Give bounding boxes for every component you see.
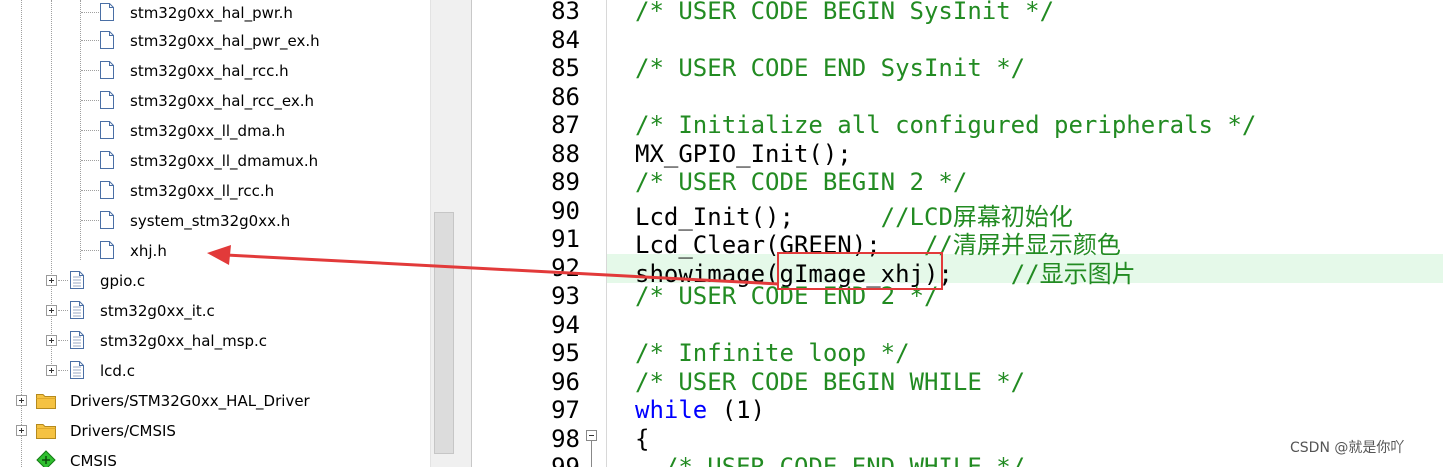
file-icon: [70, 331, 84, 349]
code-line-95: /* Infinite loop */: [635, 339, 910, 367]
file-icon: [100, 151, 114, 169]
file-icon: [100, 181, 114, 199]
file-label: stm32g0xx_ll_dmamux.h: [130, 152, 319, 170]
expand-icon[interactable]: [46, 365, 57, 376]
watermark: CSDN @就是你吖: [1290, 440, 1405, 456]
file-label: stm32g0xx_hal_msp.c: [100, 332, 268, 350]
code-line-87: /* Initialize all configured peripherals…: [635, 111, 1257, 139]
file-label: xhj.h: [130, 242, 167, 260]
file-icon: [70, 271, 84, 289]
expand-icon[interactable]: [46, 275, 57, 286]
file-icon: [100, 91, 114, 109]
expand-icon[interactable]: [16, 395, 27, 406]
code-keyword: while: [635, 396, 708, 424]
line-number: 93: [551, 282, 580, 310]
file-label: stm32g0xx_ll_dma.h: [130, 122, 286, 140]
line-number: 85: [551, 54, 580, 82]
line-number: 86: [551, 83, 580, 111]
line-number: 96: [551, 368, 580, 396]
file-label: stm32g0xx_hal_rcc_ex.h: [130, 92, 315, 110]
file-icon: [100, 61, 114, 79]
file-label: stm32g0xx_hal_pwr_ex.h: [130, 32, 320, 50]
file-label: gpio.c: [100, 272, 146, 290]
code-line-98: {: [635, 425, 650, 453]
scrollbar-thumb[interactable]: [434, 212, 454, 454]
code-line-96: /* USER CODE BEGIN WHILE */: [635, 368, 1026, 396]
code-comment: //显示图片: [1010, 260, 1136, 288]
file-label: stm32g0xx_ll_rcc.h: [130, 182, 275, 200]
annotation-highlight-box: [777, 252, 943, 290]
file-label: system_stm32g0xx.h: [130, 212, 291, 230]
fold-toggle-icon[interactable]: [586, 430, 597, 441]
line-number: 94: [551, 311, 580, 339]
file-icon: [100, 241, 114, 259]
folder-icon: [36, 394, 56, 409]
line-number: 83: [551, 0, 580, 25]
line-number: 84: [551, 26, 580, 54]
expand-icon[interactable]: [46, 335, 57, 346]
expand-icon[interactable]: [16, 425, 27, 436]
line-number: 89: [551, 168, 580, 196]
file-icon: [70, 301, 84, 319]
line-number: 90: [551, 197, 580, 225]
component-label: CMSIS: [70, 452, 117, 467]
code-line-97: while (1): [635, 396, 765, 424]
line-number: 99: [551, 453, 580, 467]
line-number: 98: [551, 425, 580, 453]
code-editor[interactable]: 83 84 85 86 87 88 89 90 91 92 93 94 95 9…: [472, 0, 1443, 467]
component-diamond-icon: [36, 450, 56, 467]
file-icon: [100, 121, 114, 139]
fold-guide: [591, 441, 592, 467]
code-line-83: /* USER CODE BEGIN SysInit */: [635, 0, 1055, 25]
file-label: stm32g0xx_hal_pwr.h: [130, 4, 293, 22]
folder-icon: [36, 424, 56, 439]
line-number: 88: [551, 140, 580, 168]
file-label: stm32g0xx_it.c: [100, 302, 215, 320]
code-line-88: MX_GPIO_Init();: [635, 140, 852, 168]
group-label: Drivers/CMSIS: [70, 422, 176, 440]
expand-icon[interactable]: [46, 305, 57, 316]
file-label: stm32g0xx_hal_rcc.h: [130, 62, 289, 80]
file-icon: [70, 361, 84, 379]
tree-guide-line: [51, 0, 52, 372]
line-number: 87: [551, 111, 580, 139]
line-number: 91: [551, 225, 580, 253]
group-label: Drivers/STM32G0xx_HAL_Driver: [70, 392, 310, 410]
code-line-89: /* USER CODE BEGIN 2 */: [635, 168, 968, 196]
code-line-99: /* USER CODE END WHILE */: [635, 453, 1026, 467]
line-number: 97: [551, 396, 580, 424]
line-number: 92: [551, 254, 580, 282]
file-label: lcd.c: [100, 362, 135, 380]
project-tree: stm32g0xx_hal_pwr.h stm32g0xx_hal_pwr_ex…: [0, 0, 430, 467]
file-icon: [100, 31, 114, 49]
line-number-gutter: 83 84 85 86 87 88 89 90 91 92 93 94 95 9…: [472, 0, 607, 467]
file-icon: [100, 3, 114, 21]
code-line-85: /* USER CODE END SysInit */: [635, 54, 1026, 82]
code-statement: (1): [707, 396, 766, 424]
file-icon: [100, 211, 114, 229]
line-number: 95: [551, 339, 580, 367]
splitter[interactable]: [457, 0, 472, 467]
tree-scrollbar[interactable]: [430, 0, 457, 467]
